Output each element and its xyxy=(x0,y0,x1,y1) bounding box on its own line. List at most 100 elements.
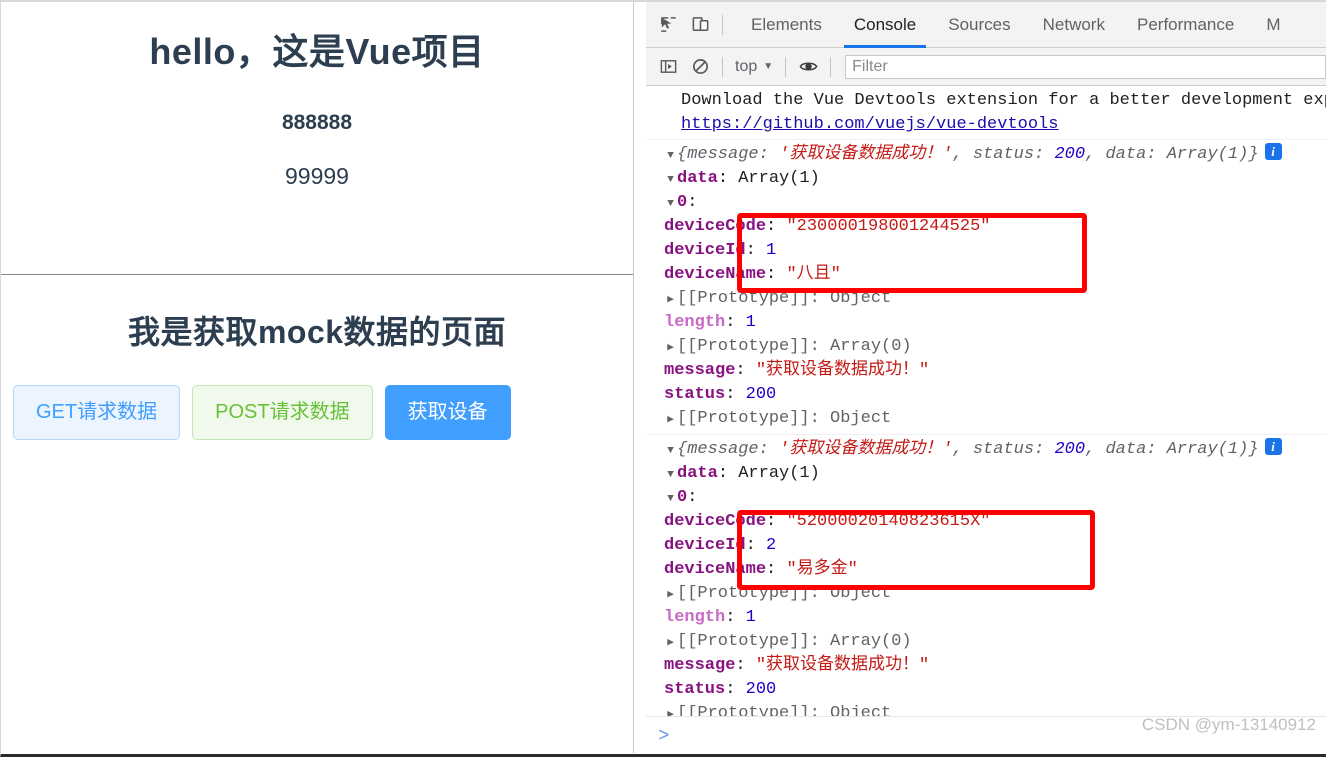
preview-close: } xyxy=(1248,145,1259,164)
log-proto-outer[interactable]: ▶ [[Prototype]]: Object xyxy=(646,702,1326,716)
devtools-tab-list: Elements Console Sources Network Perform… xyxy=(735,2,1296,48)
filterbar-divider-2 xyxy=(785,56,787,77)
watermark: CSDN @ym-13140912 xyxy=(1141,715,1316,734)
status-value: 200 xyxy=(745,680,777,699)
tab-network[interactable]: Network xyxy=(1027,2,1121,48)
log-field-devicecode: deviceCode: "230000198001244525" xyxy=(664,217,991,236)
execution-context-select[interactable]: top ▼ xyxy=(729,58,779,76)
log-field-devicecode: deviceCode: "52000020140823615X" xyxy=(664,512,991,531)
tab-memory[interactable]: M xyxy=(1250,2,1296,48)
tab-console[interactable]: Console xyxy=(838,2,932,48)
preview-status-value: 200 xyxy=(1054,145,1086,164)
log-index-line[interactable]: ▼ 0: xyxy=(646,486,1326,510)
log-proto-inner[interactable]: ▶ [[Prototype]]: Object xyxy=(646,287,1326,311)
field-key: deviceId xyxy=(664,536,746,555)
log-preview-line[interactable]: ▼ {message: '获取设备数据成功！', status: 200, dat… xyxy=(646,143,1326,167)
console-filter-bar: top ▼ xyxy=(646,48,1326,86)
execution-context-label: top xyxy=(735,57,758,75)
proto-outer-label: [[Prototype]]: Object xyxy=(677,409,892,428)
log-proto-array[interactable]: ▶ [[Prototype]]: Array(0) xyxy=(646,630,1326,654)
preview-data-value: Array(1) xyxy=(1166,440,1249,459)
filterbar-divider-1 xyxy=(722,56,723,77)
collapse-arrow-icon[interactable]: ▶ xyxy=(664,336,677,360)
prop-value-data: Array(1) xyxy=(738,464,820,483)
clear-console-icon[interactable] xyxy=(684,51,716,83)
log-preview-line[interactable]: ▼ {message: '获取设备数据成功！', status: 200, dat… xyxy=(646,438,1326,462)
filterbar-divider-3 xyxy=(830,56,832,77)
info-icon[interactable]: i xyxy=(1264,143,1282,160)
vue-notice-text: Download the Vue Devtools extension for … xyxy=(681,91,1326,110)
preview-data-label: , data: xyxy=(1085,145,1167,164)
hero-section: hello，这是Vue项目 888888 99999 xyxy=(1,2,633,190)
preview-message-value: '获取设备数据成功！' xyxy=(779,145,953,164)
collapse-arrow-icon[interactable]: ▶ xyxy=(664,408,677,432)
toolbar-divider xyxy=(722,14,723,35)
field-key: deviceCode xyxy=(664,217,767,236)
prop-key-index: 0 xyxy=(677,488,688,507)
field-value: 1 xyxy=(766,241,777,260)
length-value: 1 xyxy=(745,608,756,627)
collapse-arrow-icon[interactable]: ▶ xyxy=(664,583,677,607)
console-log-group-1: ▼ {message: '获取设备数据成功！', status: 200, dat… xyxy=(646,140,1326,435)
tab-elements[interactable]: Elements xyxy=(735,2,838,48)
console-filter-input[interactable] xyxy=(845,54,1326,79)
get-request-button[interactable]: GET请求数据 xyxy=(13,385,181,440)
fetch-device-button[interactable]: 获取设备 xyxy=(384,385,511,440)
preview-data-value: Array(1) xyxy=(1166,145,1249,164)
expand-arrow-icon[interactable]: ▼ xyxy=(664,487,677,511)
prop-value-data: Array(1) xyxy=(738,169,820,188)
field-key: deviceId xyxy=(664,241,746,260)
log-proto-array[interactable]: ▶ [[Prototype]]: Array(0) xyxy=(646,335,1326,359)
prop-key-index: 0 xyxy=(677,193,688,212)
tab-performance[interactable]: Performance xyxy=(1121,2,1250,48)
log-index-line[interactable]: ▼ 0: xyxy=(646,191,1326,215)
log-data-line[interactable]: ▼ data: Array(1) xyxy=(646,167,1326,191)
log-status-line: status: 200 xyxy=(664,385,777,404)
vue-app: hello，这是Vue项目 888888 99999 我是获取mock数据的页面… xyxy=(1,2,634,753)
log-length-line: length: 1 xyxy=(664,608,756,627)
device-toolbar-icon[interactable] xyxy=(684,9,716,41)
vue-devtools-link[interactable]: https://github.com/vuejs/vue-devtools xyxy=(681,113,1326,137)
log-data-line[interactable]: ▼ data: Array(1) xyxy=(646,462,1326,486)
collapse-arrow-icon[interactable]: ▶ xyxy=(664,631,677,655)
tab-sources[interactable]: Sources xyxy=(932,2,1026,48)
post-request-button[interactable]: POST请求数据 xyxy=(192,385,373,440)
console-sidebar-icon[interactable] xyxy=(652,51,684,83)
proto-array-label: [[Prototype]]: Array(0) xyxy=(677,337,912,356)
console-output[interactable]: Download the Vue Devtools extension for … xyxy=(646,87,1326,716)
expand-arrow-icon[interactable]: ▼ xyxy=(664,168,677,192)
collapse-arrow-icon[interactable]: ▶ xyxy=(664,703,677,716)
proto-array-label: [[Prototype]]: Array(0) xyxy=(677,632,912,651)
preview-open: {message: xyxy=(677,440,780,459)
log-proto-outer[interactable]: ▶ [[Prototype]]: Object xyxy=(646,407,1326,431)
preview-open: {message: xyxy=(677,145,780,164)
message-key: message xyxy=(664,656,736,675)
expand-arrow-icon[interactable]: ▼ xyxy=(664,192,677,216)
expand-arrow-icon[interactable]: ▼ xyxy=(664,463,677,487)
live-expression-eye-icon[interactable] xyxy=(792,51,824,83)
field-value: "八且" xyxy=(786,265,841,284)
log-length-line: length: 1 xyxy=(664,313,756,332)
log-field-devicename: deviceName: "八且" xyxy=(664,265,841,284)
inspect-element-icon[interactable] xyxy=(652,9,684,41)
collapse-arrow-icon[interactable]: ▶ xyxy=(664,288,677,312)
proto-outer-label: [[Prototype]]: Object xyxy=(677,704,892,716)
log-message-line: message: "获取设备数据成功！" xyxy=(664,656,930,675)
info-icon[interactable]: i xyxy=(1264,438,1282,455)
log-proto-inner[interactable]: ▶ [[Prototype]]: Object xyxy=(646,582,1326,606)
message-value: "获取设备数据成功！" xyxy=(755,656,930,675)
expand-arrow-icon[interactable]: ▼ xyxy=(664,439,677,463)
page-title: hello，这是Vue项目 xyxy=(149,31,485,72)
expand-arrow-icon[interactable]: ▼ xyxy=(664,144,677,168)
mock-section-title: 我是获取mock数据的页面 xyxy=(127,314,507,350)
mock-data-section: 我是获取mock数据的页面 GET请求数据 POST请求数据 获取设备 xyxy=(1,275,633,440)
devtools-tabbar: Elements Console Sources Network Perform… xyxy=(646,2,1326,48)
length-key: length xyxy=(664,313,726,332)
preview-message-value: '获取设备数据成功！' xyxy=(779,440,953,459)
preview-mid: , status: xyxy=(952,145,1055,164)
field-key: deviceCode xyxy=(664,512,767,531)
log-status-line: status: 200 xyxy=(664,680,777,699)
preview-status-value: 200 xyxy=(1054,440,1086,459)
field-value: "230000198001244525" xyxy=(786,217,991,236)
preview-mid: , status: xyxy=(952,440,1055,459)
